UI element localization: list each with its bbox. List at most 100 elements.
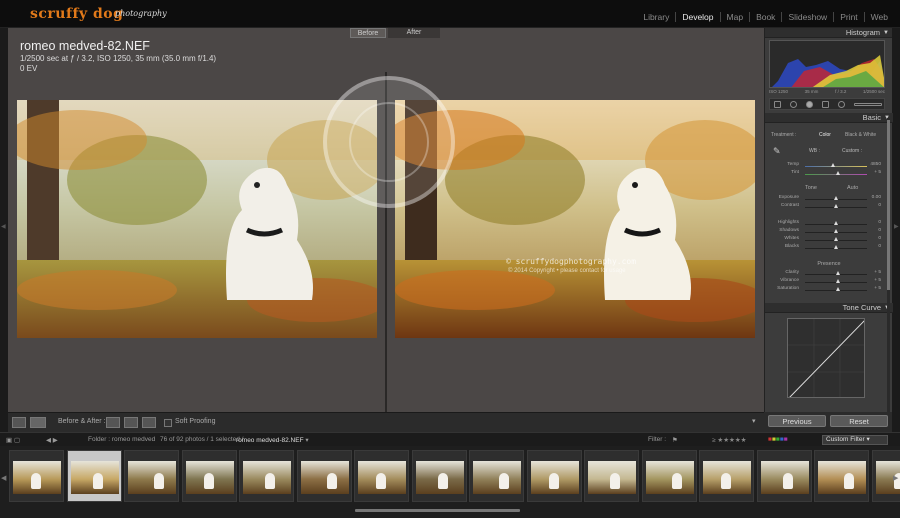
module-map[interactable]: Map bbox=[719, 12, 750, 22]
presence-clarity-slider[interactable]: Clarity + 5 bbox=[769, 270, 889, 278]
filmstrip-thumbnail[interactable] bbox=[66, 450, 122, 502]
module-develop[interactable]: Develop bbox=[675, 12, 719, 22]
module-print[interactable]: Print bbox=[833, 12, 863, 22]
reset-button[interactable]: Reset bbox=[830, 415, 888, 427]
selected-file[interactable]: romeo medved-82.NEF ▾ bbox=[236, 436, 309, 444]
thumbnail-image bbox=[185, 461, 234, 494]
copy-before-to-after-button[interactable] bbox=[106, 417, 120, 428]
thumbnail-image bbox=[703, 461, 751, 494]
nav-arrows-icon[interactable]: ◀ ▶ bbox=[46, 436, 58, 444]
tone-whites-slider[interactable]: Whites 0 bbox=[769, 236, 889, 244]
red-eye-icon[interactable] bbox=[806, 101, 813, 108]
filmstrip-left-icon[interactable]: ◀ bbox=[1, 474, 6, 482]
expand-left-icon[interactable]: ◀ bbox=[1, 223, 6, 230]
slider-value[interactable]: 0 bbox=[869, 203, 881, 208]
module-slideshow[interactable]: Slideshow bbox=[781, 12, 833, 22]
color-label-filter[interactable]: ■■■■■ bbox=[768, 436, 788, 443]
tone-auto-button[interactable]: Auto bbox=[847, 185, 858, 191]
tone-curve-header[interactable]: Tone Curve ▼ bbox=[765, 303, 893, 313]
tint-slider[interactable]: Tint + 5 bbox=[769, 170, 889, 178]
presence-vibrance-slider[interactable]: Vibrance + 5 bbox=[769, 278, 889, 286]
treatment-color-option[interactable]: Color bbox=[819, 132, 831, 138]
folder-path[interactable]: Folder : romeo medved bbox=[88, 436, 155, 443]
filmstrip-thumbnail[interactable] bbox=[641, 450, 697, 502]
collapse-right-icon[interactable]: ▶ bbox=[894, 223, 899, 230]
slider-value[interactable]: 0 bbox=[869, 228, 881, 233]
filmstrip-scrollbar[interactable] bbox=[355, 509, 520, 512]
filmstrip-thumbnail[interactable] bbox=[699, 450, 754, 502]
loupe-view-icon[interactable] bbox=[12, 417, 26, 428]
tone-contrast-slider[interactable]: Contrast 0 bbox=[769, 203, 889, 211]
graduated-filter-icon[interactable] bbox=[822, 101, 829, 108]
treatment-bw-option[interactable]: Black & White bbox=[845, 132, 876, 138]
slider-label: Vibrance bbox=[780, 278, 799, 283]
toolbar-menu-icon[interactable]: ▾ bbox=[752, 417, 756, 425]
slider-value[interactable]: + 5 bbox=[869, 270, 881, 275]
slider-value[interactable]: 0 bbox=[869, 236, 881, 241]
filmstrip-thumbnail[interactable] bbox=[239, 450, 294, 502]
wb-eyedropper-icon[interactable]: ✎ bbox=[773, 146, 783, 158]
thumbnail-image bbox=[645, 461, 694, 494]
tint-label: Tint bbox=[791, 170, 799, 175]
filter-select[interactable]: Custom Filter ▾ bbox=[822, 435, 888, 445]
slider-knob[interactable] bbox=[833, 196, 838, 200]
slider-value[interactable]: 0.00 bbox=[869, 195, 881, 200]
left-panel-collapsed[interactable]: ◀ bbox=[0, 28, 8, 432]
thumbnail-image bbox=[530, 461, 579, 494]
filmstrip-thumbnail[interactable] bbox=[526, 450, 582, 502]
slider-knob[interactable] bbox=[835, 287, 840, 291]
module-web[interactable]: Web bbox=[863, 12, 894, 22]
crop-tool-icon[interactable] bbox=[774, 101, 781, 108]
filmstrip-thumbnail[interactable] bbox=[9, 450, 64, 502]
filmstrip-thumbnail[interactable] bbox=[354, 450, 409, 502]
tint-value[interactable]: + 5 bbox=[869, 170, 881, 175]
presence-saturation-slider[interactable]: Saturation + 5 bbox=[769, 286, 889, 294]
filmstrip-thumbnail[interactable] bbox=[296, 450, 352, 502]
slider-knob[interactable] bbox=[833, 245, 838, 249]
module-book[interactable]: Book bbox=[749, 12, 781, 22]
rating-filter-stars[interactable]: ≥ ★★★★★ bbox=[712, 436, 747, 444]
screen-icons[interactable]: ▣ ▢ bbox=[6, 436, 20, 444]
filmstrip-thumbnail[interactable] bbox=[814, 450, 869, 502]
radial-filter-icon[interactable] bbox=[838, 101, 845, 108]
filmstrip-thumbnail[interactable] bbox=[756, 450, 812, 502]
adjustment-brush-icon[interactable] bbox=[854, 103, 882, 106]
slider-value[interactable]: 0 bbox=[869, 244, 881, 249]
module-library[interactable]: Library bbox=[637, 12, 675, 22]
right-panel-scrollbar[interactable] bbox=[887, 118, 890, 418]
temp-value[interactable]: 4850 bbox=[869, 162, 881, 167]
slider-value[interactable]: + 5 bbox=[869, 286, 881, 291]
filmstrip-right-icon[interactable]: ▶ bbox=[893, 474, 898, 482]
slider-knob[interactable] bbox=[833, 221, 838, 225]
filmstrip-thumbnail[interactable] bbox=[469, 450, 524, 502]
previous-button[interactable]: Previous bbox=[768, 415, 826, 427]
filmstrip-thumbnail[interactable] bbox=[584, 450, 639, 502]
slider-knob[interactable] bbox=[833, 229, 838, 233]
filmstrip-thumbnail[interactable] bbox=[411, 450, 467, 502]
slider-value[interactable]: 0 bbox=[869, 220, 881, 225]
slider-knob[interactable] bbox=[835, 279, 840, 283]
copy-after-to-before-button[interactable] bbox=[124, 417, 138, 428]
slider-knob[interactable] bbox=[835, 271, 840, 275]
tone-blacks-slider[interactable]: Blacks 0 bbox=[769, 244, 889, 252]
spot-removal-icon[interactable] bbox=[790, 101, 797, 108]
tone-shadows-slider[interactable]: Shadows 0 bbox=[769, 228, 889, 236]
tone-curve-graph[interactable] bbox=[787, 318, 865, 398]
basic-header[interactable]: Basic ▼ bbox=[765, 113, 893, 123]
histogram-collapse-icon[interactable]: ▼ bbox=[883, 28, 889, 38]
soft-proofing-checkbox[interactable] bbox=[164, 419, 172, 427]
slider-knob[interactable] bbox=[833, 237, 838, 241]
histogram-header[interactable]: Histogram ▼ bbox=[765, 28, 892, 38]
swap-before-after-button[interactable] bbox=[142, 417, 156, 428]
tone-exposure-slider[interactable]: Exposure 0.00 bbox=[769, 195, 889, 203]
filmstrip-thumbnail[interactable] bbox=[124, 450, 179, 502]
before-after-mode-icon[interactable] bbox=[30, 417, 46, 428]
wb-preset-select[interactable]: Custom : bbox=[842, 148, 862, 154]
flag-filter-icon[interactable]: ⚑ bbox=[672, 436, 678, 444]
filmstrip-thumbnail[interactable] bbox=[181, 450, 237, 502]
tone-highlights-slider[interactable]: Highlights 0 bbox=[769, 220, 889, 228]
temp-slider[interactable]: Temp 4850 bbox=[769, 162, 889, 170]
slider-knob[interactable] bbox=[833, 204, 838, 208]
slider-value[interactable]: + 5 bbox=[869, 278, 881, 283]
before-after-label: Before & After : bbox=[58, 418, 106, 425]
